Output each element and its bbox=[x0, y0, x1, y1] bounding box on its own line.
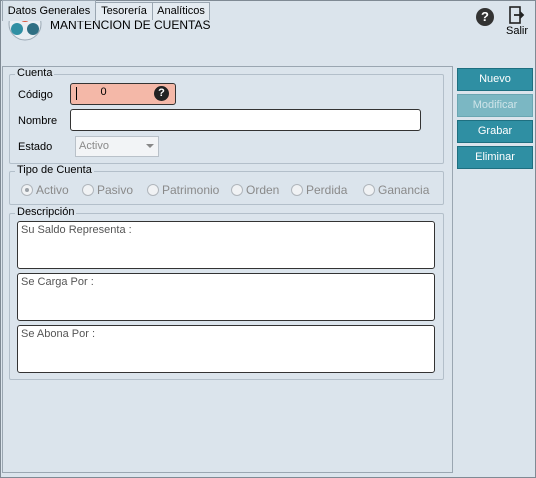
radio-dot-icon bbox=[147, 184, 159, 196]
radio-label: Activo bbox=[36, 183, 69, 197]
saldo-representa-textarea[interactable]: Su Saldo Representa : bbox=[17, 221, 435, 269]
exit-button[interactable]: Salir bbox=[505, 6, 529, 40]
se-carga-por-placeholder: Se Carga Por : bbox=[21, 276, 94, 288]
grabar-button[interactable]: Grabar bbox=[457, 120, 533, 143]
se-carga-por-textarea[interactable]: Se Carga Por : bbox=[17, 273, 435, 321]
codigo-help-icon[interactable]: ? bbox=[154, 86, 169, 101]
exit-label: Salir bbox=[505, 25, 528, 37]
radio-label: Patrimonio bbox=[162, 183, 220, 197]
nombre-label: Nombre bbox=[18, 115, 58, 127]
modificar-button[interactable]: Modificar bbox=[457, 94, 533, 117]
estado-value: Activo bbox=[79, 140, 109, 152]
codigo-input[interactable]: 0 ? bbox=[70, 83, 176, 105]
nuevo-button[interactable]: Nuevo bbox=[457, 68, 533, 91]
radio-label: Ganancia bbox=[378, 183, 430, 197]
chevron-down-icon bbox=[146, 144, 154, 148]
codigo-value: 0 bbox=[100, 86, 107, 98]
nombre-input[interactable] bbox=[70, 109, 421, 131]
radio-label: Perdida bbox=[306, 183, 348, 197]
tab-analiticos[interactable]: Analíticos bbox=[152, 2, 210, 20]
radio-label: Pasivo bbox=[97, 183, 134, 197]
se-abona-por-placeholder: Se Abona Por : bbox=[21, 328, 95, 340]
tab-tesoreria[interactable]: Tesorería bbox=[95, 2, 153, 20]
radio-dot-icon bbox=[291, 184, 303, 196]
radio-label: Orden bbox=[246, 183, 280, 197]
estado-select[interactable]: Activo bbox=[75, 136, 159, 157]
radio-dot-icon bbox=[21, 184, 33, 196]
codigo-label: Código bbox=[18, 89, 53, 101]
descripcion-group-title: Descripción bbox=[15, 206, 77, 218]
saldo-representa-placeholder: Su Saldo Representa : bbox=[21, 224, 132, 236]
tipo-cuenta-group-title: Tipo de Cuenta bbox=[15, 164, 94, 176]
help-icon[interactable]: ? bbox=[476, 8, 494, 26]
radio-dot-icon bbox=[82, 184, 94, 196]
se-abona-por-textarea[interactable]: Se Abona Por : bbox=[17, 325, 435, 373]
estado-label: Estado bbox=[18, 141, 53, 153]
radio-dot-icon bbox=[231, 184, 243, 196]
exit-icon bbox=[509, 6, 525, 24]
tab-datos-generales[interactable]: Datos Generales bbox=[2, 0, 96, 21]
radio-dot-icon bbox=[363, 184, 375, 196]
cuenta-group-title: Cuenta bbox=[15, 67, 55, 79]
eliminar-button[interactable]: Eliminar bbox=[457, 146, 533, 169]
